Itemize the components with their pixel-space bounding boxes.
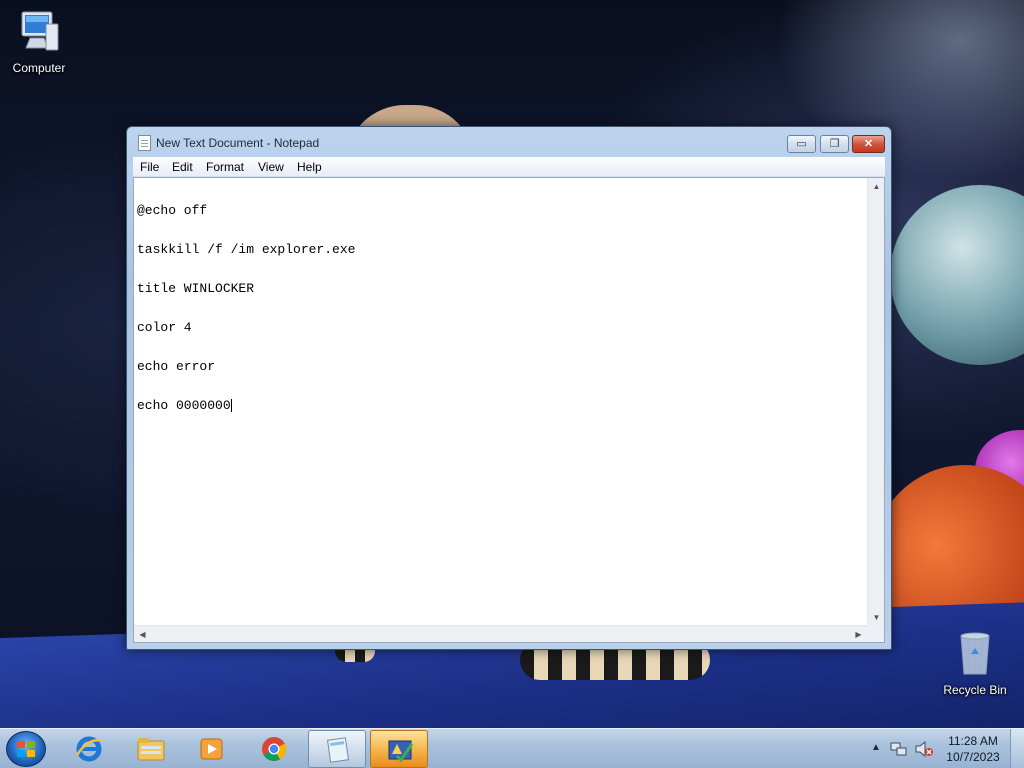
desktop-icon-recycle-bin[interactable]: Recycle Bin (937, 630, 1013, 697)
close-button[interactable]: ✕ (852, 135, 885, 153)
title-bar[interactable]: New Text Document - Notepad ▭ ❐ ✕ (127, 127, 891, 157)
taskbar: ▲ 11:28 AM 10/7/2023 (0, 728, 1024, 768)
text-line: echo error (137, 359, 216, 374)
text-caret (230, 399, 232, 412)
taskbar-media-player[interactable] (183, 730, 241, 768)
menu-format[interactable]: Format (206, 160, 244, 174)
notepad-icon (138, 135, 151, 151)
computer-icon (21, 11, 59, 51)
clock-date: 10/7/2023 (946, 750, 1000, 764)
scroll-up-arrow-icon[interactable]: ▲ (868, 178, 885, 195)
taskbar-flashing-app[interactable] (370, 730, 428, 768)
desktop-icon-label: Computer (12, 61, 66, 75)
text-line-last: echo 0000000 (137, 399, 865, 412)
menu-file[interactable]: File (140, 160, 159, 174)
text-line: @echo off (137, 203, 208, 218)
text-line: color 4 (137, 320, 192, 335)
taskbar-notepad[interactable] (308, 730, 366, 768)
network-icon[interactable] (890, 740, 908, 758)
text-area-frame: @echo off taskkill /f /im explorer.exe t… (133, 177, 885, 643)
notepad-window: New Text Document - Notepad ▭ ❐ ✕ File E… (126, 126, 892, 650)
text-line: title WINLOCKER (137, 281, 255, 296)
menu-edit[interactable]: Edit (172, 160, 193, 174)
resize-grip[interactable] (867, 625, 884, 642)
show-hidden-icons-arrow[interactable]: ▲ (871, 742, 881, 753)
explorer-folder-icon (137, 738, 165, 761)
scroll-right-arrow-icon[interactable]: ▶ (850, 626, 867, 643)
system-tray: ▲ 11:28 AM 10/7/2023 (868, 729, 1024, 768)
clock[interactable]: 11:28 AM 10/7/2023 (940, 733, 1006, 765)
text-line: taskkill /f /im explorer.exe (137, 242, 356, 257)
desktop-icon-computer[interactable]: Computer (1, 8, 77, 75)
maximize-button[interactable]: ❐ (820, 135, 849, 153)
scroll-left-arrow-icon[interactable]: ◀ (134, 626, 151, 643)
flashing-app-icon (388, 740, 414, 763)
ie-icon (75, 736, 103, 762)
windows-logo-icon (17, 741, 35, 758)
chrome-icon (262, 737, 286, 762)
volume-muted-icon[interactable] (914, 740, 934, 758)
notepad-icon (326, 737, 350, 763)
taskbar-windows-explorer[interactable] (122, 730, 180, 768)
menu-view[interactable]: View (258, 160, 284, 174)
menu-help[interactable]: Help (297, 160, 322, 174)
wallpaper-shape (890, 185, 1024, 365)
text-line: echo 0000000 (137, 398, 231, 413)
text-editor[interactable]: @echo off taskkill /f /im explorer.exe t… (137, 178, 865, 626)
taskbar-internet-explorer[interactable] (60, 730, 118, 768)
minimize-button[interactable]: ▭ (787, 135, 816, 153)
taskbar-chrome[interactable] (245, 730, 303, 768)
show-desktop-button[interactable] (1010, 729, 1024, 768)
start-button[interactable] (6, 731, 46, 767)
recycle-bin-icon (960, 632, 990, 675)
clock-time: 11:28 AM (948, 734, 998, 748)
media-player-icon (200, 738, 223, 760)
vertical-scrollbar[interactable]: ▲ ▼ (867, 178, 884, 626)
window-title: New Text Document - Notepad (156, 136, 320, 150)
menu-bar: File Edit Format View Help (133, 157, 885, 177)
desktop-icon-label: Recycle Bin (943, 683, 1007, 697)
scroll-down-arrow-icon[interactable]: ▼ (868, 609, 885, 626)
horizontal-scrollbar[interactable]: ◀ ▶ (134, 625, 867, 642)
